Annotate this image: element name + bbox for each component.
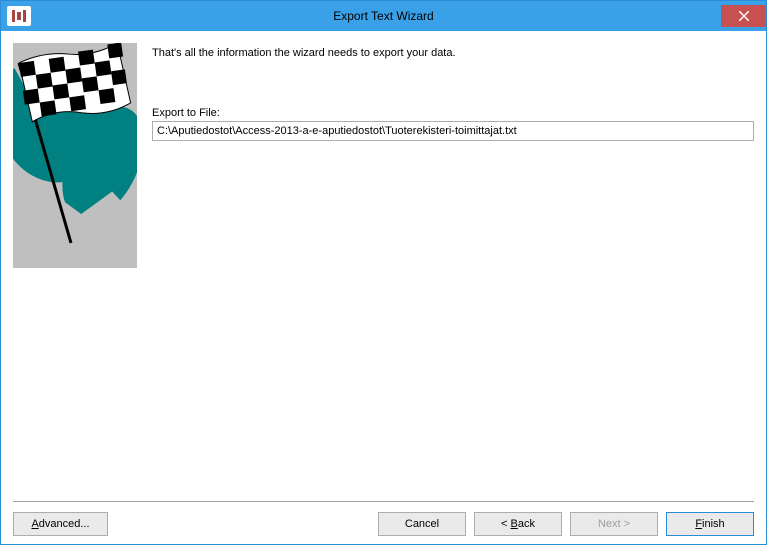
cancel-button[interactable]: Cancel <box>378 512 466 536</box>
content-pane: That's all the information the wizard ne… <box>152 43 754 501</box>
titlebar: Export Text Wizard <box>1 1 766 31</box>
checkered-flag-icon <box>13 43 137 268</box>
window-title: Export Text Wizard <box>1 9 766 23</box>
finish-button[interactable]: Finish <box>666 512 754 536</box>
app-icon <box>7 6 31 26</box>
back-button[interactable]: < Back <box>474 512 562 536</box>
button-bar: Advanced... Cancel < Back Next > Finish <box>13 501 754 536</box>
wizard-window: Export Text Wizard <box>0 0 767 545</box>
wizard-body: That's all the information the wizard ne… <box>1 31 766 544</box>
export-file-input[interactable] <box>152 121 754 141</box>
wizard-illustration <box>13 43 137 268</box>
intro-text: That's all the information the wizard ne… <box>152 47 754 59</box>
next-button: Next > <box>570 512 658 536</box>
export-file-label: Export to File: <box>152 107 754 119</box>
close-button[interactable] <box>721 5 766 27</box>
export-file-label-text: Export to File: <box>152 107 220 119</box>
close-icon <box>739 11 749 21</box>
advanced-button[interactable]: Advanced... <box>13 512 108 536</box>
